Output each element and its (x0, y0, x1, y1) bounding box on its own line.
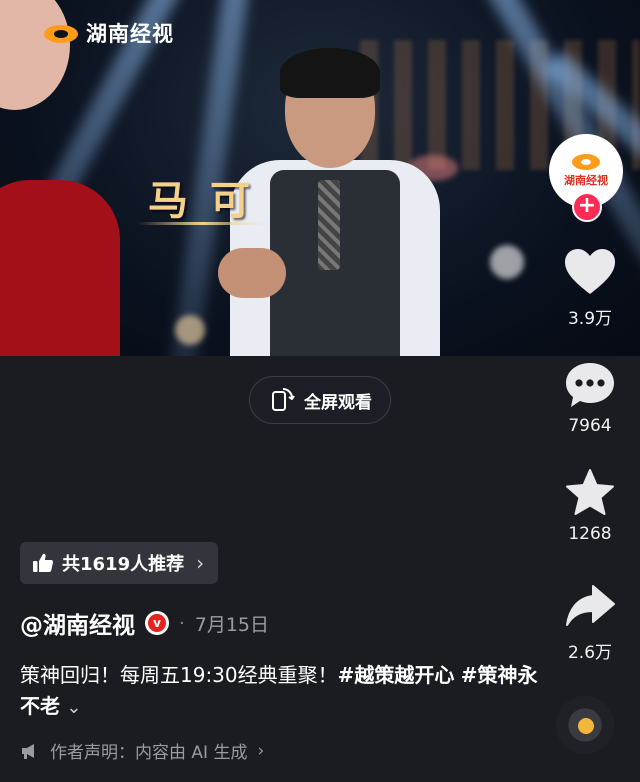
follow-button[interactable]: + (572, 192, 602, 222)
caption-text: 策神回归！每周五19:30经典重聚！ (20, 663, 338, 687)
fullscreen-button[interactable]: 全屏观看 (249, 376, 391, 424)
favorite-button[interactable]: 1268 (540, 468, 640, 544)
share-count: 2.6万 (567, 643, 613, 663)
man-hands (218, 248, 286, 298)
comment-icon (566, 363, 614, 407)
recommend-label: 共1619人推荐 (62, 554, 185, 575)
post-date: 7月15日 (194, 613, 269, 636)
author-name[interactable]: @湖南经视 (20, 606, 135, 640)
watermark-text: 湖南经视 (86, 22, 174, 46)
man-hair-top (280, 48, 380, 98)
like-count: 3.9万 (567, 309, 613, 329)
woman-red-dress (0, 180, 120, 356)
name-caption-underline (138, 222, 268, 225)
ai-disclaimer-label: 作者声明：内容由 AI 生成 (50, 743, 248, 763)
action-rail: 湖南经视 + 3.9万 7964 1268 2.6万 (540, 0, 640, 782)
verified-badge-icon: v (145, 611, 169, 635)
fullscreen-rotate-icon (272, 388, 295, 411)
favorite-count: 1268 (568, 524, 612, 544)
hashtag-link[interactable]: #越策越开心 (338, 663, 455, 687)
star-icon (566, 469, 614, 515)
author-row: @湖南经视 v · 7月15日 (20, 606, 269, 640)
name-caption: 马可 (148, 177, 272, 224)
music-disc[interactable] (556, 696, 614, 754)
man-tie (318, 180, 340, 270)
hunan-tv-logo-icon (572, 154, 600, 170)
chevron-right-icon: › (196, 551, 205, 575)
recommend-chip[interactable]: 共1619人推荐 › (20, 542, 219, 584)
music-disc-center (578, 718, 594, 734)
woman-face (0, 0, 70, 110)
like-button[interactable]: 3.9万 (540, 248, 640, 329)
chevron-right-icon: › (257, 740, 265, 761)
comment-count: 7964 (568, 416, 612, 436)
hunan-tv-logo-icon (42, 21, 80, 45)
verified-mark: v (148, 614, 166, 632)
expand-chevron-icon[interactable]: ⌄ (66, 697, 81, 718)
megaphone-icon (22, 743, 34, 759)
bokeh-light (175, 315, 205, 345)
heart-icon (565, 249, 615, 294)
ai-disclaimer[interactable]: 作者声明：内容由 AI 生成 › (20, 738, 264, 763)
comment-button[interactable]: 7964 (540, 360, 640, 436)
avatar-text: 湖南经视 (564, 174, 608, 187)
thumbs-up-icon (33, 553, 54, 572)
post-caption: 策神回归！每周五19:30经典重聚！#越策越开心 #策神永不老 ⌄ (20, 660, 540, 723)
separator-dot: · (179, 612, 185, 634)
fullscreen-label: 全屏观看 (304, 392, 372, 413)
channel-watermark: 湖南经视 (42, 18, 174, 48)
share-arrow-icon (566, 585, 615, 626)
share-button[interactable]: 2.6万 (540, 582, 640, 663)
bokeh-light (490, 245, 524, 279)
